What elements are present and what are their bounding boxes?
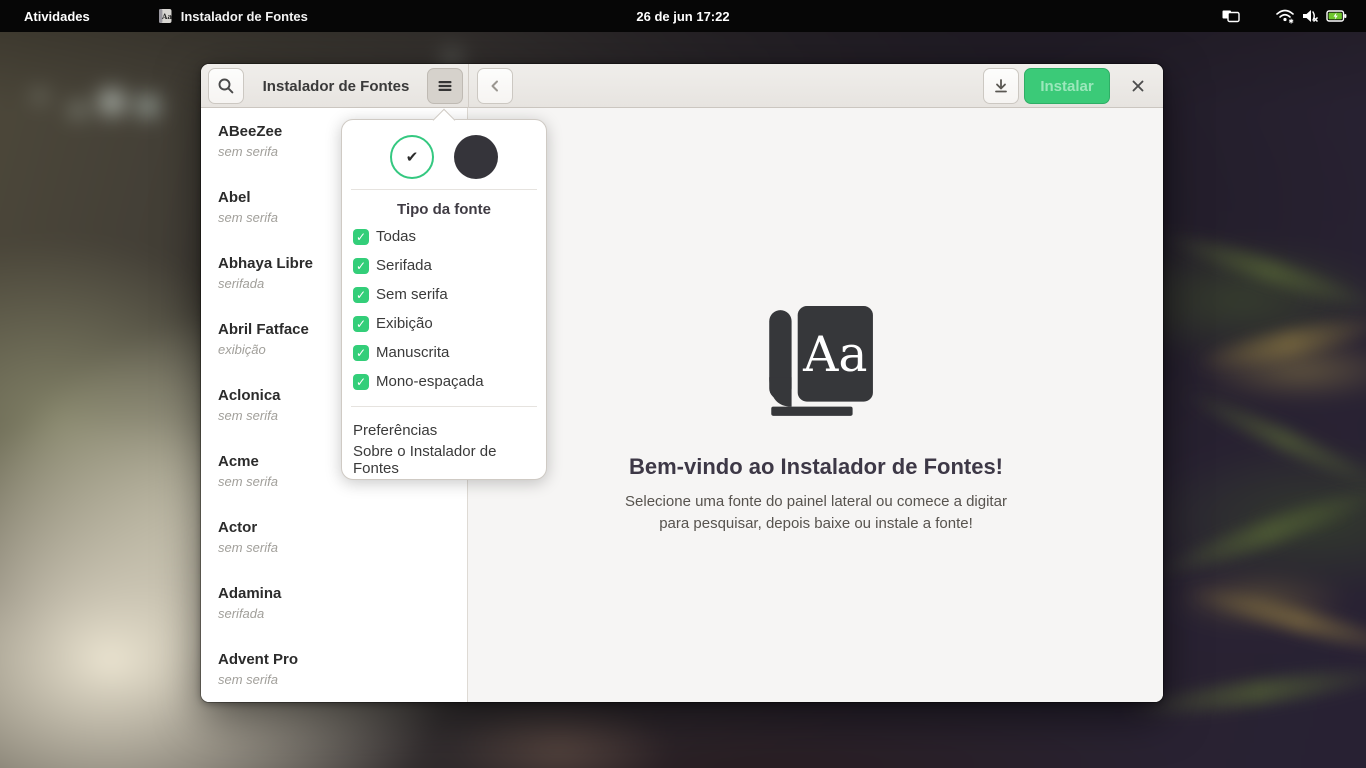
focused-app-menu[interactable]: Aa Instalador de Fontes — [144, 0, 320, 32]
popover-separator — [351, 406, 537, 407]
activities-label: Atividades — [24, 9, 90, 24]
checkbox-checked-icon: ✓ — [353, 229, 369, 245]
filter-checkbox-serifada[interactable]: ✓ Serifada — [342, 251, 546, 280]
checkbox-checked-icon: ✓ — [353, 374, 369, 390]
font-name: Adamina — [218, 584, 457, 604]
install-button[interactable]: Instalar — [1024, 68, 1110, 104]
workspaces-icon[interactable] — [1218, 0, 1244, 32]
filter-checkbox-exibicao[interactable]: ✓ Exibição — [342, 309, 546, 338]
dark-theme-button[interactable] — [454, 135, 498, 179]
checkbox-checked-icon: ✓ — [353, 316, 369, 332]
search-icon — [216, 76, 236, 96]
font-category: serifada — [218, 604, 457, 623]
checkbox-checked-icon: ✓ — [353, 287, 369, 303]
menu-item-about[interactable]: Sobre o Instalador de Fontes — [342, 445, 546, 475]
volume-muted-icon[interactable] — [1298, 0, 1324, 32]
theme-selector-row: ✔ — [342, 135, 546, 179]
font-list-item[interactable]: Adamina serifada — [201, 578, 467, 644]
filter-checkbox-todas[interactable]: ✓ Todas — [342, 222, 546, 251]
focused-app-label: Instalador de Fontes — [181, 9, 308, 24]
font-installer-window: Instalador de Fontes — [201, 64, 1163, 702]
back-button[interactable] — [477, 68, 513, 104]
close-window-button[interactable] — [1123, 71, 1153, 101]
wifi-icon[interactable]: ✱ — [1272, 0, 1298, 32]
close-icon — [1131, 79, 1145, 93]
clock-label: 26 de jun 17:22 — [636, 9, 729, 24]
filter-checkbox-mono-espacada[interactable]: ✓ Mono-espaçada — [342, 367, 546, 396]
font-name: Actor — [218, 518, 457, 538]
clock-button[interactable]: 26 de jun 17:22 — [624, 0, 741, 32]
svg-text:Aa: Aa — [161, 12, 172, 21]
font-list-item[interactable]: Actor sem serifa — [201, 512, 467, 578]
svg-text:✱: ✱ — [1289, 18, 1294, 25]
checkbox-checked-icon: ✓ — [353, 258, 369, 274]
hamburger-icon — [436, 77, 454, 95]
font-book-icon: Aa — [755, 304, 877, 426]
filter-section-title: Tipo da fonte — [342, 198, 546, 220]
font-category: sem serifa — [218, 670, 457, 689]
light-theme-button[interactable]: ✔ — [390, 135, 434, 179]
system-status-area[interactable]: ✱ — [1218, 0, 1366, 32]
main-menu-popover: ✔ Tipo da fonte ✓ Todas ✓ Serifada ✓ Sem… — [341, 119, 547, 480]
welcome-title: Bem-vindo ao Instalador de Fontes! — [629, 454, 1003, 480]
download-icon — [992, 77, 1010, 95]
popover-separator — [351, 189, 537, 190]
font-category: sem serifa — [218, 538, 457, 557]
filter-checkbox-manuscrita[interactable]: ✓ Manuscrita — [342, 338, 546, 367]
headerbar-separator — [468, 64, 469, 108]
hamburger-menu-button[interactable] — [427, 68, 463, 104]
checkbox-checked-icon: ✓ — [353, 345, 369, 361]
window-title: Instalador de Fontes — [251, 64, 421, 108]
font-list-item[interactable]: Advent Pro sem serifa — [201, 644, 467, 702]
app-mini-icon: Aa — [156, 7, 174, 25]
popover-menu-list: Preferências Sobre o Instalador de Fonte… — [342, 415, 546, 475]
welcome-subtitle-line2: para pesquisar, depois baixe ou instale … — [625, 513, 1007, 535]
download-button[interactable] — [983, 68, 1019, 104]
desktop: Atividades Aa Instalador de Fontes 26 de… — [0, 0, 1366, 768]
filter-checkbox-sem-serifa[interactable]: ✓ Sem serifa — [342, 280, 546, 309]
font-name: Advent Pro — [218, 650, 457, 670]
checkmark-icon: ✔ — [406, 148, 419, 166]
headerbar: Instalador de Fontes — [201, 64, 1163, 108]
welcome-subtitle-line1: Selecione uma fonte do painel lateral ou… — [625, 491, 1007, 513]
activities-button[interactable]: Atividades — [12, 0, 102, 32]
welcome-subtitle: Selecione uma fonte do painel lateral ou… — [625, 491, 1007, 535]
gnome-top-bar: Atividades Aa Instalador de Fontes 26 de… — [0, 0, 1366, 32]
icon-glyph: Aa — [802, 326, 867, 383]
main-content-area: Aa Bem-vindo ao Instalador de Fontes! Se… — [469, 108, 1163, 702]
menu-item-preferences[interactable]: Preferências — [342, 415, 546, 445]
battery-charging-icon[interactable] — [1324, 0, 1350, 32]
chevron-left-icon — [486, 77, 504, 95]
welcome-panel: Aa Bem-vindo ao Instalador de Fontes! Se… — [469, 108, 1163, 535]
search-button[interactable] — [208, 68, 244, 104]
filter-list: ✓ Todas ✓ Serifada ✓ Sem serifa ✓ Exibiç… — [342, 222, 546, 396]
